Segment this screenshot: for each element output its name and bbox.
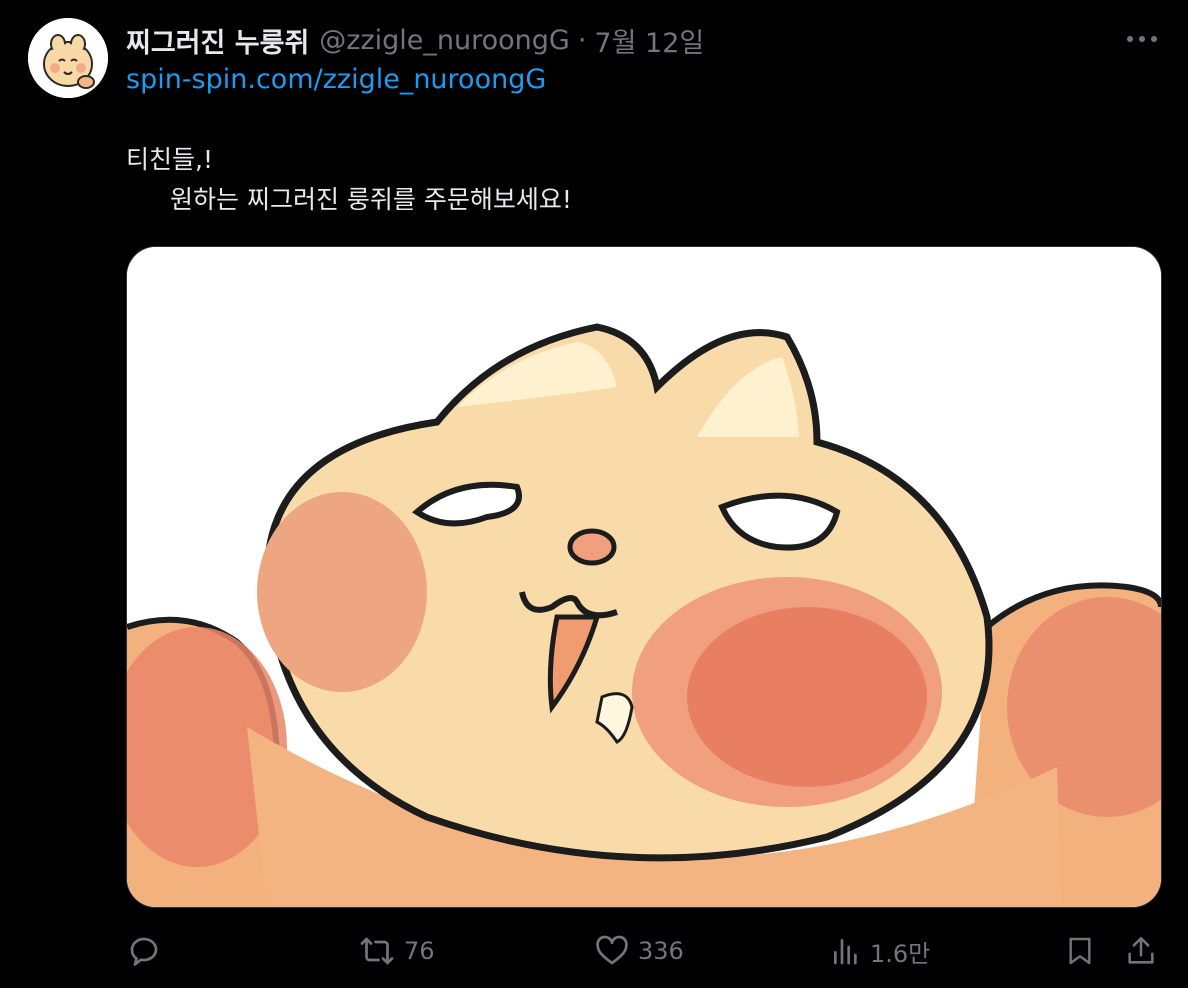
post-text-line-1: 티친들,! [126,145,213,174]
action-bar: 76 336 1.6만 [126,928,1166,974]
avatar[interactable] [28,18,108,98]
user-handle[interactable]: @zzigle_nuroongG [319,25,570,56]
views-button[interactable]: 1.6만 [830,928,930,974]
more-icon [1127,36,1157,42]
separator-dot: · [577,24,587,56]
reply-button[interactable] [126,928,162,974]
hamster-illustration [127,247,1161,907]
post-date[interactable]: 7월 12일 [594,21,704,60]
retweet-button[interactable]: 76 [358,928,435,974]
bookmark-icon [1069,937,1091,965]
share-button[interactable] [1124,928,1158,974]
profile-link[interactable]: spin-spin.com/zzigle_nuroongG [126,64,546,95]
like-count: 336 [638,937,684,965]
post-text: 티친들,! 원하는 찌그러진 룽쥐를 주문해보세요! [126,140,572,220]
reply-icon [130,937,158,966]
views-count: 1.6만 [870,939,931,968]
bookmark-button[interactable] [1064,928,1096,974]
views-icon [834,939,857,965]
avatar-hamster-image [28,18,108,98]
share-icon [1128,936,1154,964]
retweet-icon [360,937,394,965]
like-button[interactable]: 336 [594,928,684,974]
post-header: 찌그러진 누룽쥐 @zzigle_nuroongG · 7월 12일 [126,20,704,60]
more-button[interactable] [1122,24,1162,54]
post-text-line-2: 원하는 찌그러진 룽쥐를 주문해보세요! [170,185,572,214]
heart-icon [596,935,628,965]
display-name[interactable]: 찌그러진 누룽쥐 [126,21,309,60]
retweet-count: 76 [404,937,435,965]
post-media[interactable] [126,246,1162,908]
